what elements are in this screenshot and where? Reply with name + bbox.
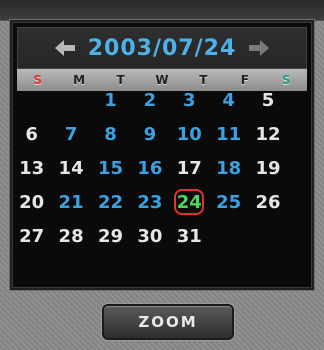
day-cell[interactable]: 15 [91,155,130,183]
weekday-label: W [155,73,169,87]
weekday-label: F [240,73,249,87]
week-row: 1 2 3 4 5 [12,87,288,121]
week-row: 20 21 22 23 24 25 26 [12,189,288,223]
right-arrow-icon[interactable] [248,39,270,57]
calendar-window: 2003/07/24 S M T W T F S 1 2 3 4 5 6 7 8… [0,0,324,350]
day-cell[interactable]: 1 [91,87,130,115]
weekday-label: S [281,73,291,87]
day-cell[interactable]: 30 [130,223,169,251]
day-cell[interactable]: 9 [130,121,169,149]
day-cell[interactable]: 7 [51,121,90,149]
day-cell[interactable]: 26 [248,189,287,217]
day-cell[interactable]: 18 [209,155,248,183]
day-cell[interactable]: 22 [91,189,130,217]
day-cell[interactable]: 16 [130,155,169,183]
day-cell[interactable]: 3 [170,87,209,115]
week-row: 6 7 8 9 10 11 12 [12,121,288,155]
day-cell[interactable]: 11 [209,121,248,149]
weekday-label: M [73,73,86,87]
day-cell[interactable]: 10 [170,121,209,149]
day-cell[interactable]: 12 [248,121,287,149]
day-cell[interactable]: 2 [130,87,169,115]
day-cell[interactable]: 20 [12,189,51,217]
top-strip [0,0,324,21]
day-cell [12,87,51,115]
day-cell[interactable]: 23 [130,189,169,217]
weekday-label: T [199,73,208,87]
week-row: 27 28 29 30 31 [12,223,288,257]
day-cell[interactable]: 14 [51,155,90,183]
weekday-label: S [33,73,43,87]
day-cell[interactable]: 5 [248,87,287,115]
day-cell [248,223,287,251]
left-arrow-icon[interactable] [54,39,76,57]
day-grid: 1 2 3 4 5 6 7 8 9 10 11 12 13 14 15 16 1… [12,87,288,257]
zoom-button[interactable]: ZOOM [102,304,234,340]
day-cell[interactable]: 8 [91,121,130,149]
day-cell[interactable]: 13 [12,155,51,183]
day-cell[interactable]: 19 [248,155,287,183]
current-date-title: 2003/07/24 [87,35,237,61]
day-cell[interactable]: 4 [209,87,248,115]
day-cell[interactable]: 28 [51,223,90,251]
day-cell[interactable]: 25 [209,189,248,217]
month-header: 2003/07/24 [17,27,307,69]
day-cell[interactable]: 29 [91,223,130,251]
week-row: 13 14 15 16 17 18 19 [12,155,288,189]
weekday-label: T [116,73,125,87]
day-cell[interactable]: 17 [170,155,209,183]
day-cell[interactable]: 21 [51,189,90,217]
day-cell [51,87,90,115]
day-cell[interactable]: 6 [12,121,51,149]
day-cell[interactable]: 27 [12,223,51,251]
selected-day-cell[interactable]: 24 [170,189,209,217]
day-cell[interactable]: 31 [170,223,209,251]
day-cell [209,223,248,251]
